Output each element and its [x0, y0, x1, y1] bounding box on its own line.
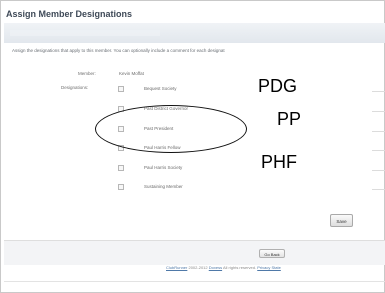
copyright-line: ClubRunner 2002-2012 Doxess All rights r…	[166, 265, 281, 270]
go-back-button[interactable]: Go Back	[259, 249, 285, 258]
designation-label: Bequest Society	[144, 86, 177, 91]
highlight-ellipse	[95, 105, 247, 153]
designations-label: Designations:	[61, 85, 89, 90]
member-name: Kevin Moffat	[119, 71, 144, 76]
copyright-years: 2002-2012	[188, 265, 208, 270]
save-button[interactable]: Save	[330, 214, 353, 227]
privacy-link[interactable]: Privacy State	[257, 265, 281, 270]
designation-label: Sustaining Member	[144, 184, 183, 189]
doxess-link[interactable]: Doxess	[209, 265, 222, 270]
member-label: Member:	[78, 71, 96, 76]
comment-field[interactable]	[372, 170, 385, 171]
designation-label: Paul Harris Society	[144, 165, 183, 170]
comment-field[interactable]	[372, 111, 385, 112]
title-bar	[4, 23, 385, 43]
page-title: Assign Member Designations	[6, 9, 133, 19]
instruction-text: Assign the designations that apply to th…	[12, 48, 225, 53]
bequest-society-checkbox[interactable]	[118, 86, 124, 92]
comment-field[interactable]	[372, 131, 385, 132]
bottom-divider	[4, 281, 385, 282]
sustaining-member-checkbox[interactable]	[118, 184, 124, 190]
rights-text: All rights reserved.	[222, 265, 257, 270]
footer-area	[4, 240, 385, 265]
comment-field[interactable]	[372, 91, 385, 92]
annotation-phf: PHF	[261, 152, 297, 172]
paul-harris-society-checkbox[interactable]	[118, 165, 124, 171]
annotation-pp: PP	[277, 109, 302, 129]
comment-field[interactable]	[372, 150, 385, 151]
clubrunner-link[interactable]: ClubRunner	[166, 265, 187, 270]
comment-field[interactable]	[372, 189, 385, 190]
annotation-pdg: PDG	[258, 76, 298, 96]
